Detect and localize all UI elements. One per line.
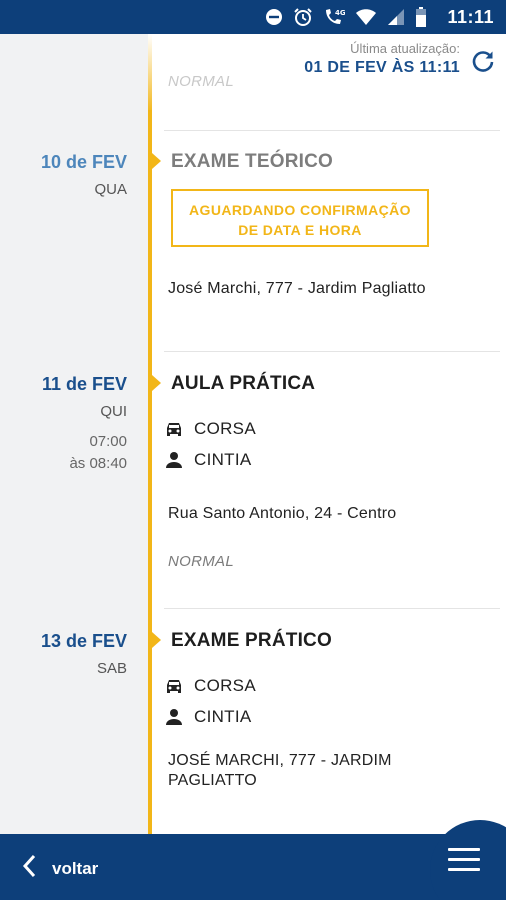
event-address-line-1: JOSÉ MARCHI, 777 - JARDIM	[168, 752, 392, 769]
back-button[interactable]: voltar	[22, 854, 98, 883]
event-date: 13 de FEV	[40, 631, 127, 651]
person-icon	[164, 707, 184, 727]
event-date-block: 11 de FEV QUI 07:00 às 08:40	[42, 374, 127, 475]
timeline-marker	[152, 632, 161, 648]
event-weekday: QUA	[94, 181, 127, 198]
event-date: 10 de FEV	[40, 152, 127, 172]
back-label: voltar	[52, 858, 99, 878]
event-status: NORMAL	[168, 553, 234, 570]
chevron-left-icon	[22, 854, 36, 883]
refresh-icon[interactable]	[470, 48, 496, 74]
status-time: 11:11	[447, 6, 494, 27]
event-weekday: QUI	[100, 403, 127, 420]
pending-line-1: AGUARDANDO CONFIRMAÇÃO	[189, 202, 411, 218]
person-icon	[164, 450, 184, 470]
divider	[164, 130, 500, 131]
status-bar: 4G 11:11	[0, 0, 506, 34]
event-time-range: 07:00 às 08:40	[42, 431, 127, 475]
vehicle-name: CORSA	[194, 419, 256, 438]
do-not-disturb-icon	[265, 8, 283, 26]
event-time-start: 07:00	[89, 433, 127, 450]
event-date-block: 10 de FEV QUA	[41, 152, 127, 198]
event-title[interactable]: EXAME TEÓRICO	[171, 151, 333, 173]
battery-icon	[415, 7, 427, 27]
last-update-value: 01 DE FEV ÀS 11:11	[304, 59, 460, 76]
wifi-icon	[355, 8, 377, 26]
event-address: Rua Santo Antonio, 24 - Centro	[168, 505, 397, 522]
last-update: Última atualização: 01 DE FEV ÀS 11:11	[304, 41, 460, 77]
last-update-label: Última atualização:	[350, 41, 460, 56]
event-address: José Marchi, 777 - Jardim Pagliatto	[168, 280, 426, 297]
alarm-icon	[293, 7, 313, 27]
timeline-line-top	[148, 34, 152, 114]
divider	[164, 351, 500, 352]
vehicle-row: CORSA	[164, 676, 256, 696]
event-title[interactable]: EXAME PRÁTICO	[171, 630, 332, 652]
pending-confirmation-badge: AGUARDANDO CONFIRMAÇÃO DE DATA E HORA	[171, 189, 429, 247]
event-title[interactable]: AULA PRÁTICA	[171, 373, 315, 395]
timeline-marker	[152, 375, 161, 391]
divider	[164, 608, 500, 609]
instructor-name: CINTIA	[194, 707, 252, 726]
vehicle-name: CORSA	[194, 676, 256, 695]
instructor-row: CINTIA	[164, 707, 252, 727]
phone-4g-icon: 4G	[323, 7, 345, 27]
hamburger-menu-icon[interactable]	[448, 848, 480, 872]
signal-icon	[387, 8, 405, 26]
instructor-row: CINTIA	[164, 450, 252, 470]
car-icon	[164, 676, 184, 696]
vehicle-row: CORSA	[164, 419, 256, 439]
network-label: 4G	[335, 9, 345, 17]
car-icon	[164, 419, 184, 439]
pending-line-2: DE DATA E HORA	[238, 222, 362, 238]
previous-item-status: NORMAL	[168, 73, 234, 90]
event-address: JOSÉ MARCHI, 777 - JARDIM PAGLIATTO	[168, 751, 392, 791]
event-date: 11 de FEV	[41, 374, 127, 394]
timeline-marker	[152, 153, 161, 169]
event-time-end: às 08:40	[69, 455, 127, 472]
event-date-block: 13 de FEV SAB	[41, 631, 127, 677]
timeline-line	[148, 110, 152, 834]
event-address-line-2: PAGLIATTO	[168, 772, 257, 789]
event-weekday: SAB	[96, 660, 127, 677]
instructor-name: CINTIA	[194, 450, 252, 469]
